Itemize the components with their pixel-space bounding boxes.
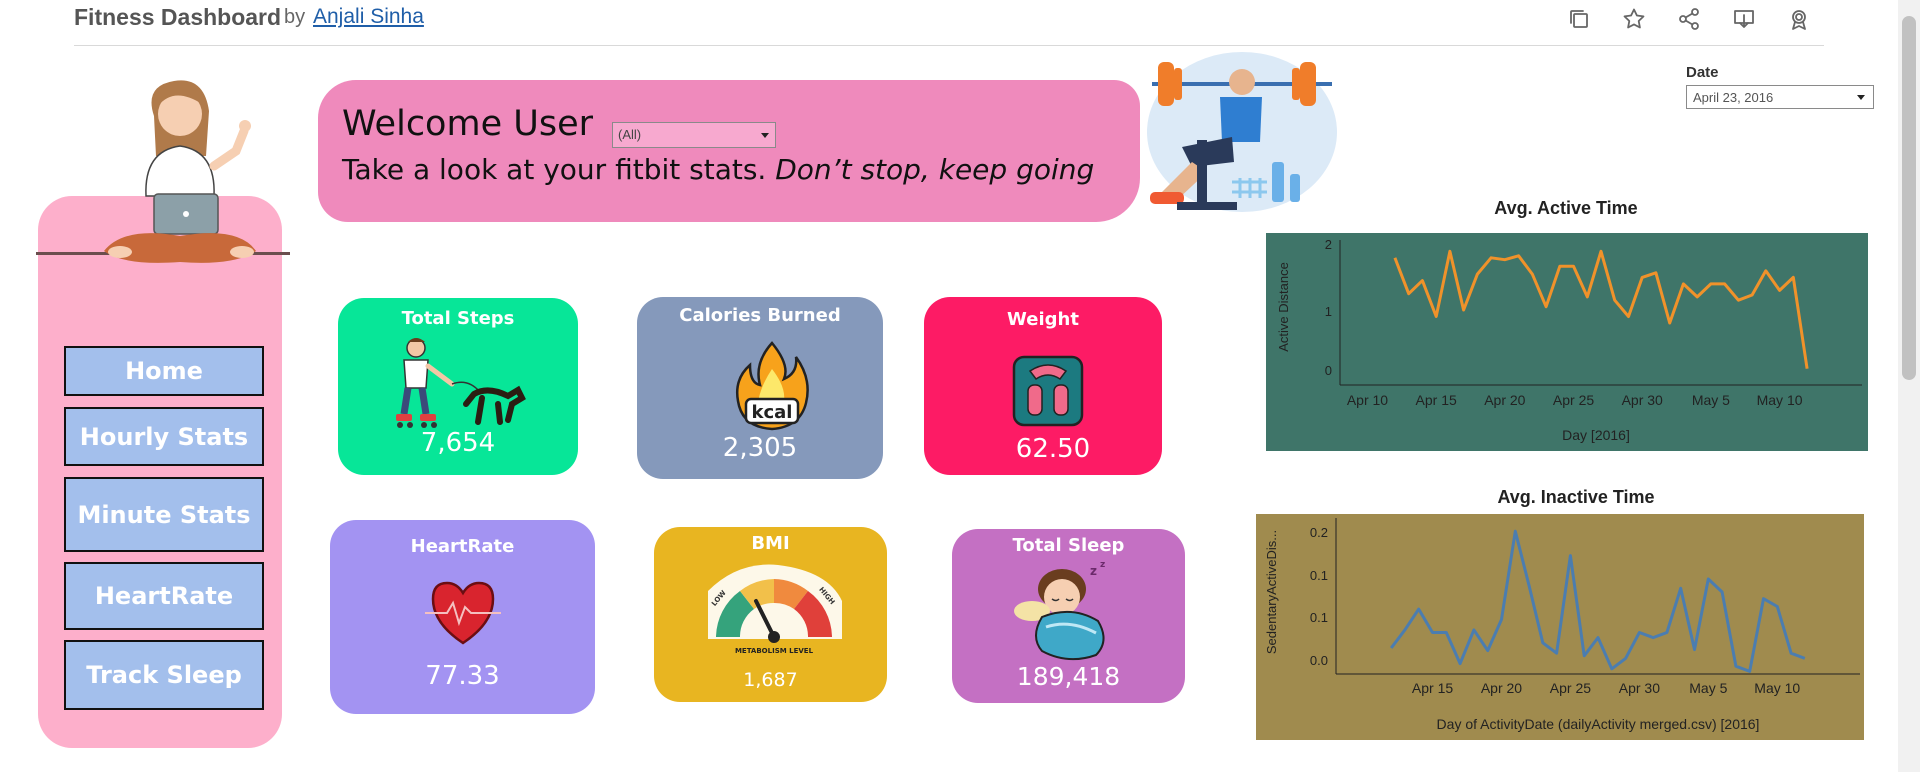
date-filter-dropdown[interactable]: April 23, 2016	[1686, 85, 1874, 109]
share-icon	[1679, 8, 1699, 30]
y-tick-label: 0.0	[1310, 653, 1328, 668]
scale-icon	[1012, 355, 1084, 427]
heart-icon	[425, 581, 501, 645]
girl-laptop-illustration	[104, 80, 256, 263]
dog-walk-icon	[396, 338, 526, 428]
inactive-time-chart-svg: 0.2 0.1 0.1 0.0 Apr 15 Apr 20 Apr 25 Apr 30 May …	[1264, 518, 1860, 732]
nav-minute-stats-button[interactable]: Minute Stats	[64, 477, 264, 552]
author-by-label: by	[284, 6, 306, 28]
y-tick-label: 0.1	[1310, 568, 1328, 583]
nav-hourly-stats-button[interactable]: Hourly Stats	[64, 407, 264, 466]
favorite-button[interactable]	[1619, 4, 1649, 34]
y-axis-label: Active Distance	[1276, 262, 1291, 352]
welcome-subtitle: Take a look at your fitbit stats. Don’t …	[342, 153, 1094, 186]
inactive-time-chart-title: Avg. Inactive Time	[1497, 487, 1655, 507]
x-tick-label: May 5	[1692, 392, 1730, 408]
x-tick-label: May 10	[1757, 392, 1803, 408]
nav-home-button[interactable]: Home	[64, 346, 264, 396]
duplicate-icon	[1570, 10, 1588, 28]
active-time-chart[interactable]: 2 1 0 Apr 10 Apr 15 Apr 20 Apr 25 Apr 30 May 5 Ma…	[1266, 233, 1868, 451]
chevron-down-icon	[761, 133, 769, 138]
kcal-icon-label: kcal	[752, 402, 793, 423]
bmi-card[interactable]: BMI LOW HIGH METABOLISM LEVEL 1,687	[654, 527, 887, 702]
bmi-title: BMI	[751, 533, 790, 554]
welcome-banner: Welcome User (All) Take a look at your f…	[318, 80, 1140, 222]
calories-burned-title: Calories Burned	[679, 305, 841, 326]
star-icon	[1623, 8, 1645, 29]
x-axis-label: Day of ActivityDate (dailyActivity merge…	[1437, 716, 1760, 732]
total-steps-card[interactable]: Total Steps 7,654	[338, 298, 578, 475]
x-tick-label: Apr 25	[1553, 392, 1594, 408]
y-tick-label: 2	[1325, 237, 1332, 252]
heartrate-title: HeartRate	[410, 536, 515, 557]
weightlifter-illustration	[1147, 52, 1337, 212]
nav-heartrate-button[interactable]: HeartRate	[64, 562, 264, 630]
weight-value: 62.50	[1015, 434, 1091, 464]
flame-icon: kcal	[736, 341, 809, 431]
user-filter-value: (All)	[618, 127, 642, 142]
x-axis-label: Day [2016]	[1562, 427, 1630, 443]
svg-text:z: z	[1090, 564, 1097, 578]
active-time-chart-title: Avg. Active Time	[1494, 198, 1638, 218]
duplicate-button[interactable]	[1564, 4, 1594, 34]
calories-burned-value: 2,305	[722, 433, 798, 463]
scrollbar-thumb[interactable]	[1902, 16, 1916, 380]
date-filter-label: Date	[1686, 64, 1719, 81]
download-icon	[1734, 10, 1754, 28]
inactive-time-chart[interactable]: 0.2 0.1 0.1 0.0 Apr 15 Apr 20 Apr 25 Apr 30 May …	[1256, 514, 1864, 740]
gauge-caption: METABOLISM LEVEL	[735, 647, 814, 655]
total-steps-title: Total Steps	[401, 308, 515, 329]
active-time-chart-svg: 2 1 0 Apr 10 Apr 15 Apr 20 Apr 25 Apr 30 May 5 Ma…	[1276, 237, 1862, 443]
x-tick-label: Apr 10	[1347, 392, 1388, 408]
x-tick-label: Apr 15	[1416, 392, 1457, 408]
bmi-value: 1,687	[743, 669, 798, 691]
x-tick-label: Apr 20	[1481, 680, 1522, 696]
date-filter-value: April 23, 2016	[1693, 90, 1774, 105]
series-line[interactable]	[1393, 249, 1809, 369]
heartrate-value: 77.33	[425, 661, 500, 691]
calories-burned-card[interactable]: Calories Burned kcal 2,305	[637, 297, 883, 479]
dashboard-title: Fitness Dashboard	[74, 4, 282, 30]
series-line[interactable]	[1390, 529, 1806, 673]
total-sleep-title: Total Sleep	[1012, 535, 1125, 556]
weight-title: Weight	[1007, 309, 1079, 330]
welcome-subtitle-text: Take a look at your fitbit stats.	[342, 153, 776, 186]
toolbar	[1564, 4, 1814, 34]
y-axis-label: SedentaryActiveDis...	[1264, 530, 1279, 654]
nav-track-sleep-button[interactable]: Track Sleep	[64, 640, 264, 710]
metrics-button[interactable]	[1784, 4, 1814, 34]
download-button[interactable]	[1729, 4, 1759, 34]
y-tick-label: 1	[1325, 304, 1332, 319]
svg-text:z: z	[1100, 561, 1105, 570]
welcome-subtitle-motto: Don’t stop, keep going	[775, 153, 1095, 186]
heartrate-card[interactable]: HeartRate 77.33	[330, 520, 595, 714]
sleeping-child-icon: z z	[1014, 561, 1105, 661]
total-steps-value: 7,654	[420, 428, 496, 458]
x-tick-label: Apr 25	[1550, 680, 1591, 696]
author-link[interactable]: Anjali Sinha	[313, 5, 424, 29]
total-sleep-card[interactable]: Total Sleep z z 189,418	[952, 529, 1185, 703]
y-tick-label: 0.2	[1310, 525, 1328, 540]
user-filter-dropdown[interactable]: (All)	[612, 122, 776, 148]
x-tick-label: May 10	[1754, 680, 1800, 696]
x-tick-label: May 5	[1689, 680, 1727, 696]
welcome-heading: Welcome User	[342, 104, 593, 144]
y-tick-label: 0.1	[1310, 610, 1328, 625]
gauge-icon: LOW HIGH METABOLISM LEVEL	[708, 564, 842, 655]
share-button[interactable]	[1674, 4, 1704, 34]
x-tick-label: Apr 30	[1619, 680, 1660, 696]
x-tick-label: Apr 20	[1484, 392, 1525, 408]
y-tick-label: 0	[1325, 363, 1332, 378]
x-tick-label: Apr 15	[1412, 680, 1453, 696]
award-icon	[1792, 10, 1806, 30]
total-sleep-value: 189,418	[1016, 662, 1121, 691]
dashboard-header: Fitness Dashboard by Anjali Sinha	[74, 0, 1824, 46]
weight-card[interactable]: Weight 62.50	[924, 297, 1162, 475]
x-tick-label: Apr 30	[1622, 392, 1663, 408]
chevron-down-icon	[1857, 95, 1865, 100]
